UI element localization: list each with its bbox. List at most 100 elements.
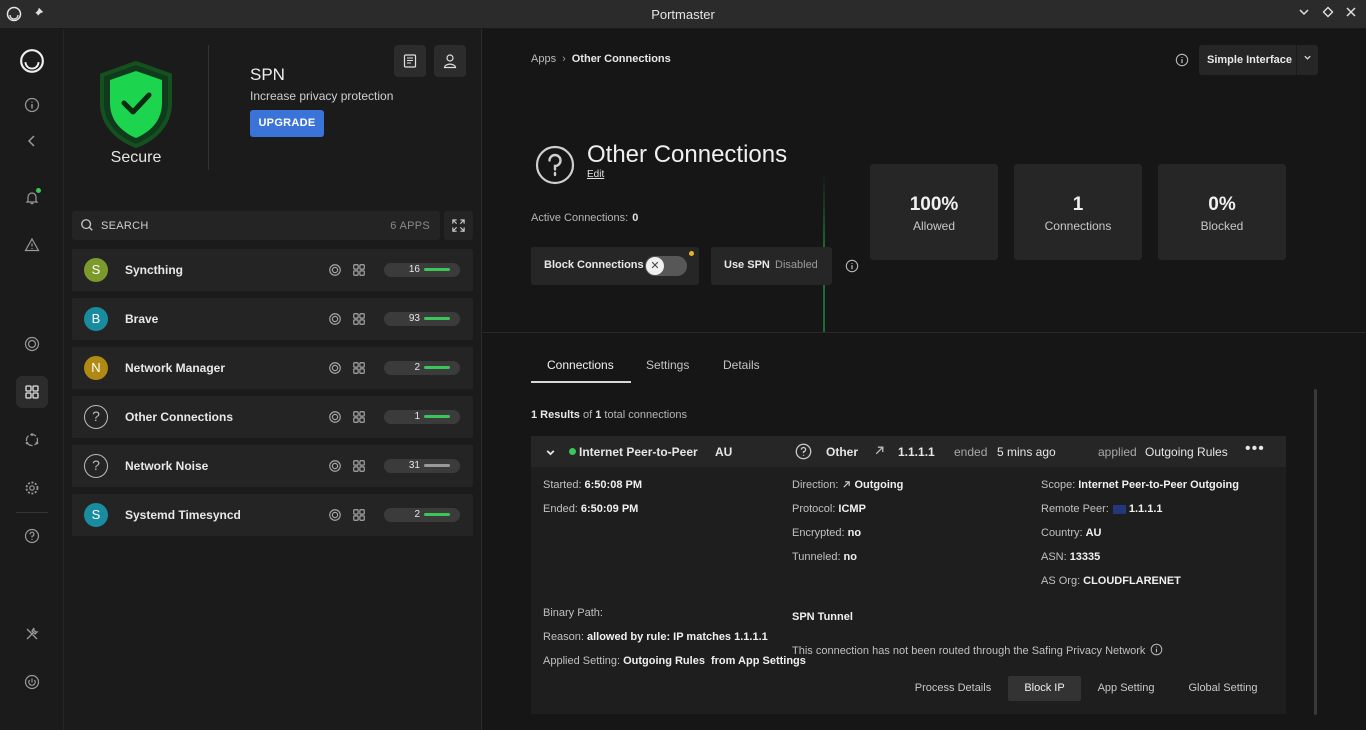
connection-count-badge: 16 xyxy=(384,263,460,277)
spn-subtitle: Increase privacy protection xyxy=(250,89,394,103)
title-bar: Portmaster xyxy=(0,0,1366,29)
search-input[interactable]: SEARCH xyxy=(101,220,149,232)
collapse-chevron-icon[interactable] xyxy=(16,125,48,157)
info-icon[interactable] xyxy=(1175,53,1189,67)
app-settings-grid-icon[interactable] xyxy=(352,508,366,522)
ended-field: Ended: 6:50:09 PM xyxy=(543,503,639,515)
network-cycle-icon[interactable] xyxy=(16,424,48,456)
tools-icon[interactable] xyxy=(16,618,48,650)
active-tab-indicator xyxy=(531,381,631,383)
applied-setting-field: Applied Setting: Outgoing Rules from App S… xyxy=(543,655,806,667)
spn-status-icon[interactable] xyxy=(328,508,342,522)
upgrade-button[interactable]: UPGRADE xyxy=(250,110,324,137)
tab-settings[interactable]: Settings xyxy=(646,358,689,372)
interface-mode-select[interactable]: Simple Interface xyxy=(1199,45,1318,75)
stat-blocked: 0% Blocked xyxy=(1158,164,1286,260)
chevron-down-icon[interactable] xyxy=(545,447,556,458)
app-count: 6 APPS xyxy=(390,220,430,232)
expand-icon xyxy=(452,219,465,232)
app-settings-grid-icon[interactable] xyxy=(352,410,366,424)
block-connections-label: Block Connections xyxy=(544,259,644,271)
app-title: Other Connections xyxy=(587,141,788,168)
edit-link[interactable]: Edit xyxy=(587,169,604,180)
spn-status-icon[interactable] xyxy=(328,312,342,326)
use-spn-card[interactable]: Use SPN Disabled xyxy=(711,247,832,285)
app-list-item[interactable]: ? Other Connections 1 xyxy=(72,396,473,438)
secure-status-label: Secure xyxy=(110,149,162,166)
app-setting-button[interactable]: App Setting xyxy=(1088,676,1164,701)
power-icon[interactable] xyxy=(16,666,48,698)
nav-rail xyxy=(0,29,64,730)
started-field: Started: 6:50:08 PM xyxy=(543,479,643,491)
connection-count-badge: 2 xyxy=(384,508,460,522)
app-settings-grid-icon[interactable] xyxy=(352,459,366,473)
app-settings-grid-icon[interactable] xyxy=(352,312,366,326)
panel-divider xyxy=(208,45,209,170)
app-avatar: B xyxy=(84,307,108,331)
spn-tunnel-text: This connection has not been routed thro… xyxy=(792,643,1163,657)
block-connections-toggle[interactable]: ✕ xyxy=(645,256,687,276)
more-options-icon[interactable]: ••• xyxy=(1245,440,1265,458)
search-icon xyxy=(81,219,93,231)
apps-grid-icon[interactable] xyxy=(16,376,48,408)
activity-bar xyxy=(424,317,450,320)
app-name: Brave xyxy=(125,312,159,326)
interface-mode-value: Simple Interface xyxy=(1207,54,1292,66)
chevron-down-icon[interactable] xyxy=(1296,45,1318,75)
app-avatar: N xyxy=(84,356,108,380)
as-org-field: AS Org: CLOUDFLARENET xyxy=(1041,575,1181,587)
tab-details[interactable]: Details xyxy=(723,358,760,372)
info-icon[interactable] xyxy=(1150,643,1163,656)
document-button[interactable] xyxy=(394,45,426,77)
search-box[interactable]: SEARCH 6 APPS xyxy=(72,211,440,240)
global-setting-button[interactable]: Global Setting xyxy=(1176,676,1270,701)
use-spn-value: Disabled xyxy=(775,259,818,271)
connection-applied-label: applied xyxy=(1098,445,1137,459)
close-icon: ✕ xyxy=(646,257,664,275)
scrollbar[interactable] xyxy=(1314,389,1317,715)
breadcrumb-apps-link[interactable]: Apps xyxy=(531,53,556,65)
account-button[interactable] xyxy=(434,45,466,77)
warning-triangle-icon[interactable] xyxy=(16,229,48,261)
spn-info-icon[interactable] xyxy=(845,259,859,273)
help-icon[interactable] xyxy=(16,520,48,552)
asn-field: ASN: 13335 xyxy=(1041,551,1101,563)
connection-count-badge: 31 xyxy=(384,459,460,473)
settings-gear-icon[interactable] xyxy=(16,472,48,504)
connection-ended-label: ended xyxy=(954,445,988,459)
app-avatar: S xyxy=(84,503,108,527)
spn-status-icon[interactable] xyxy=(328,410,342,424)
connection-scope: Internet Peer-to-Peer ( xyxy=(579,445,699,459)
app-settings-grid-icon[interactable] xyxy=(352,263,366,277)
spn-nav-icon[interactable] xyxy=(16,328,48,360)
stat-allowed: 100% Allowed xyxy=(870,164,998,260)
minimize-chevron-button[interactable] xyxy=(1293,4,1315,24)
connection-count: 2 xyxy=(414,362,420,373)
maximize-button[interactable] xyxy=(1317,4,1339,24)
app-avatar: S xyxy=(84,258,108,282)
stat-connections: 1 Connections xyxy=(1014,164,1142,260)
spn-status-icon[interactable] xyxy=(328,459,342,473)
app-settings-grid-icon[interactable] xyxy=(352,361,366,375)
block-ip-button[interactable]: Block IP xyxy=(1008,676,1081,701)
expand-button[interactable] xyxy=(444,211,473,240)
app-list-item[interactable]: S Systemd Timesyncd 2 xyxy=(72,494,473,536)
app-list-item[interactable]: B Brave 93 xyxy=(72,298,473,340)
app-list-item[interactable]: N Network Manager 2 xyxy=(72,347,473,389)
question-icon: ? xyxy=(84,405,108,429)
spn-status-icon[interactable] xyxy=(328,361,342,375)
breadcrumb-current: Other Connections xyxy=(571,53,671,65)
outgoing-arrow-icon xyxy=(843,481,851,488)
process-details-button[interactable]: Process Details xyxy=(905,676,1001,701)
close-button[interactable] xyxy=(1340,4,1362,24)
connection-row[interactable]: Internet Peer-to-Peer ( AU Other 1.1.1.1… xyxy=(531,436,1286,467)
spn-status-icon[interactable] xyxy=(328,263,342,277)
remote-peer-field: Remote Peer: 1.1.1.1 xyxy=(1041,503,1163,515)
notifications-bell-icon[interactable] xyxy=(16,182,48,214)
app-list-item[interactable]: ? Network Noise 31 xyxy=(72,445,473,487)
tab-connections[interactable]: Connections xyxy=(547,358,614,372)
connection-count: 1 xyxy=(414,411,420,422)
app-list-item[interactable]: S Syncthing 16 xyxy=(72,249,473,291)
info-nav-icon[interactable] xyxy=(16,89,48,121)
portmaster-home-icon[interactable] xyxy=(16,45,48,77)
